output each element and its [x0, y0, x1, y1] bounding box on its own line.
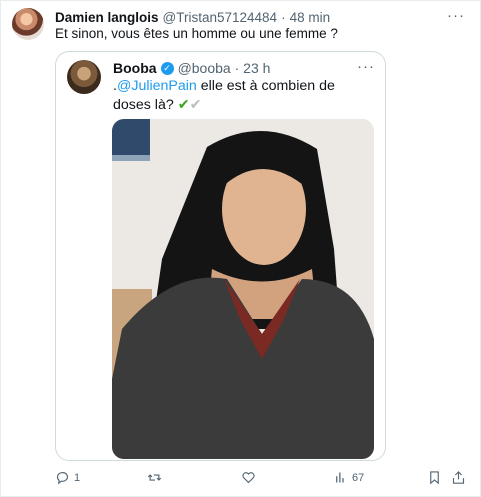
separator-dot: ·: [230, 60, 244, 76]
quoted-author-handle[interactable]: @booba: [178, 60, 231, 76]
tweet-text: Et sinon, vous êtes un homme ou une femm…: [55, 26, 338, 41]
bookmark-button[interactable]: [427, 470, 442, 485]
retweet-icon: [147, 474, 162, 481]
views-button[interactable]: 67: [333, 470, 364, 485]
like-button[interactable]: [241, 470, 260, 485]
bookmark-icon: [430, 471, 439, 485]
heart-icon: [242, 472, 255, 484]
more-options-icon[interactable]: ···: [447, 7, 465, 24]
reply-icon: [56, 472, 69, 485]
check-mark-icon: ✔: [189, 97, 202, 113]
quoted-avatar[interactable]: [67, 60, 101, 94]
quoted-more-icon[interactable]: ···: [357, 58, 375, 75]
author-handle[interactable]: @Tristan57124484: [163, 10, 278, 25]
share-icon: [452, 471, 465, 484]
reply-count: 1: [74, 471, 81, 484]
tweet-header: Damien langlois @Tristan57124484 · 48 mi…: [55, 8, 461, 26]
share-button[interactable]: [451, 470, 466, 485]
mention-link[interactable]: @JulienPain: [117, 78, 197, 94]
action-bar: 1 67: [55, 470, 469, 490]
avatar[interactable]: [12, 8, 44, 40]
quoted-text: .@JulienPain elle est à combien de doses…: [113, 77, 375, 115]
attached-photo[interactable]: [112, 119, 374, 459]
retweet-button[interactable]: [147, 470, 166, 485]
views-chart-icon: [336, 472, 344, 483]
tweet-time[interactable]: 48 min: [290, 10, 331, 25]
photo-image: [112, 119, 374, 459]
quoted-time[interactable]: 23 h: [243, 60, 270, 76]
check-mark-icon: ✔: [177, 97, 190, 113]
separator-dot: ·: [281, 9, 286, 25]
quoted-tweet[interactable]: Booba ✓ @booba · 23 h ··· .@JulienPain e…: [55, 51, 386, 461]
quoted-header: Booba ✓ @booba · 23 h: [113, 58, 377, 78]
views-count: 67: [352, 471, 365, 484]
reply-button[interactable]: 1: [55, 470, 80, 485]
verified-badge-icon: ✓: [160, 61, 174, 75]
quoted-author-name[interactable]: Booba: [113, 60, 157, 76]
author-name[interactable]: Damien langlois: [55, 10, 159, 25]
